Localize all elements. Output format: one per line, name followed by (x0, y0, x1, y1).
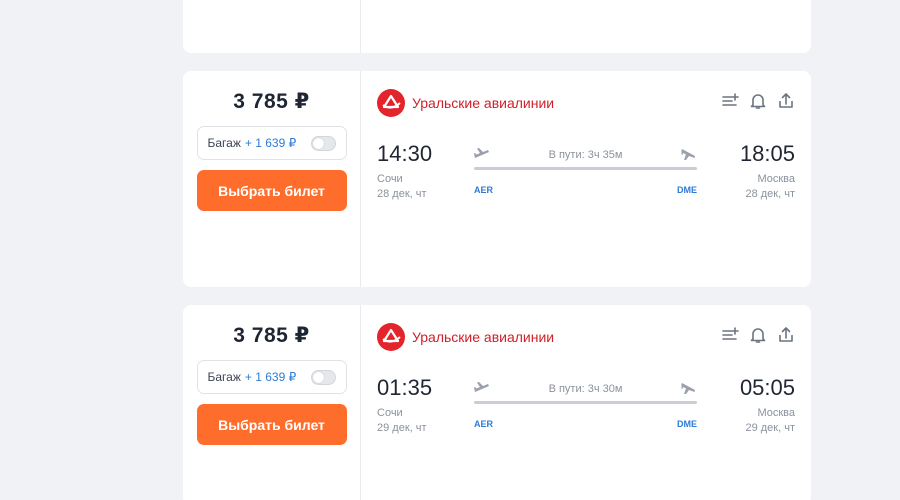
share-icon[interactable] (777, 326, 795, 344)
arrival-city: Москва (757, 173, 795, 185)
departure-time: 01:35 (377, 375, 433, 400)
flight-duration: В пути: 3ч 35м (548, 149, 623, 161)
departure-date: 29 дек, чт (377, 422, 427, 434)
departure-city: Сочи (377, 173, 403, 185)
bell-icon[interactable] (749, 92, 767, 110)
arrival-time: 18:05 (739, 141, 795, 166)
select-ticket-button[interactable]: Выбрать билет (196, 404, 347, 445)
flight-card-previous (183, 0, 811, 53)
price-column: 3 785 ₽ Багаж + 1 639 ₽ Выбрать билет (183, 305, 361, 500)
airline: Уральские авиалинии (377, 323, 554, 351)
airline: Уральские авиалинии (377, 89, 554, 117)
route-timeline: В пути: 3ч 35м AER DME (474, 147, 697, 197)
baggage-option[interactable]: Багаж + 1 639 ₽ (196, 360, 347, 394)
departure-airport-code: AER (474, 419, 494, 429)
search-results-page: 3 785 ₽ Багаж + 1 639 ₽ Выбрать билет Ур… (0, 0, 900, 500)
arrival-date: 28 дек, чт (745, 188, 795, 200)
info-column: Уральские авиалинии 01:35 05:05 Сочи Мос… (361, 305, 811, 500)
airline-logo-icon (377, 323, 405, 351)
flight-card[interactable]: 3 785 ₽ Багаж + 1 639 ₽ Выбрать билет Ур… (183, 71, 811, 287)
departure-date: 28 дек, чт (377, 188, 427, 200)
info-column (361, 0, 811, 53)
departure-city: Сочи (377, 407, 403, 419)
ticket-price: 3 785 ₽ (233, 324, 310, 347)
info-column: Уральские авиалинии 14:30 18:05 Сочи Мос… (361, 71, 811, 287)
airline-name: Уральские авиалинии (412, 95, 555, 111)
share-icon[interactable] (777, 92, 795, 110)
arrival-airport-code: DME (677, 185, 697, 195)
arrival-city: Москва (757, 407, 795, 419)
baggage-price: + 1 639 ₽ (244, 370, 297, 384)
route-line (474, 167, 697, 170)
route-line (474, 401, 697, 404)
baggage-toggle[interactable] (310, 135, 336, 151)
baggage-label: Багаж (207, 370, 241, 384)
bell-icon[interactable] (749, 326, 767, 344)
arrival-time: 05:05 (739, 375, 795, 400)
departure-time: 14:30 (377, 141, 433, 166)
card-actions (721, 92, 795, 110)
add-to-list-icon[interactable] (721, 326, 739, 344)
select-ticket-button[interactable]: Выбрать билет (196, 170, 347, 211)
baggage-price: + 1 639 ₽ (244, 136, 297, 150)
airline-logo-icon (377, 89, 405, 117)
flight-duration: В пути: 3ч 30м (548, 383, 623, 395)
baggage-toggle[interactable] (310, 369, 336, 385)
arrival-airport-code: DME (677, 419, 697, 429)
price-column (183, 0, 361, 53)
arrival-date: 29 дек, чт (745, 422, 795, 434)
ticket-price: 3 785 ₽ (233, 90, 310, 113)
price-column: 3 785 ₽ Багаж + 1 639 ₽ Выбрать билет (183, 71, 361, 287)
baggage-option[interactable]: Багаж + 1 639 ₽ (196, 126, 347, 160)
baggage-label: Багаж (207, 136, 241, 150)
departure-airport-code: AER (474, 185, 494, 195)
card-actions (721, 326, 795, 344)
airline-name: Уральские авиалинии (412, 329, 555, 345)
add-to-list-icon[interactable] (721, 92, 739, 110)
route-timeline: В пути: 3ч 30м AER DME (474, 381, 697, 431)
flight-card[interactable]: 3 785 ₽ Багаж + 1 639 ₽ Выбрать билет Ур… (183, 305, 811, 500)
